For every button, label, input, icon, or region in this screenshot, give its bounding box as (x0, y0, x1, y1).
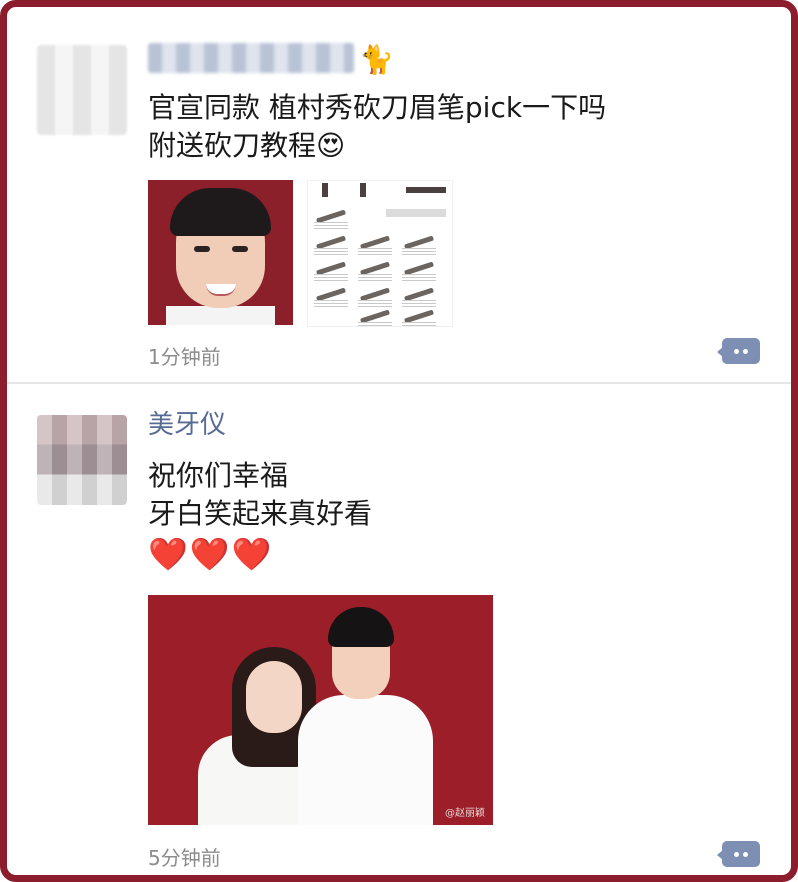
moment-post: 🐈 官宣同款 植村秀砍刀眉笔pick一下吗 附送砍刀教程😍 1分钟前 (7, 7, 791, 383)
post-time: 5分钟前 (148, 846, 221, 870)
post-time: 1分钟前 (148, 345, 221, 369)
author-name-blurred[interactable] (148, 43, 354, 73)
post-text-line: 祝你们幸福 (148, 459, 289, 492)
post-text: 官宣同款 植村秀砍刀眉笔pick一下吗 附送砍刀教程😍 (148, 89, 606, 165)
moment-post: 美牙仪 祝你们幸福 牙白笑起来真好看 ❤️❤️❤️ @赵丽颖 5分钟前 (7, 391, 791, 875)
comment-icon[interactable] (717, 338, 760, 364)
post-text-line: 牙白笑起来真好看 (148, 497, 373, 530)
divider (7, 382, 791, 384)
hearts-emoji: ❤️❤️❤️ (148, 535, 274, 573)
post-text: 祝你们幸福 牙白笑起来真好看 (148, 457, 372, 533)
post-text-line: 官宣同款 植村秀砍刀眉笔pick一下吗 (148, 91, 607, 124)
avatar[interactable] (37, 45, 127, 135)
post-photo-portrait[interactable] (148, 180, 293, 325)
post-photo-tutorial[interactable] (307, 180, 453, 327)
post-text-line: 附送砍刀教程😍 (148, 129, 346, 162)
moments-feed: 🐈 官宣同款 植村秀砍刀眉笔pick一下吗 附送砍刀教程😍 1分钟前 美牙仪 祝… (0, 0, 798, 882)
cat-emoji: 🐈 (359, 43, 394, 76)
avatar[interactable] (37, 415, 127, 505)
photo-watermark: @赵丽颖 (445, 808, 485, 819)
comment-icon[interactable] (717, 841, 760, 867)
author-name[interactable]: 美牙仪 (148, 412, 226, 438)
post-photo-couple[interactable]: @赵丽颖 (148, 595, 493, 825)
